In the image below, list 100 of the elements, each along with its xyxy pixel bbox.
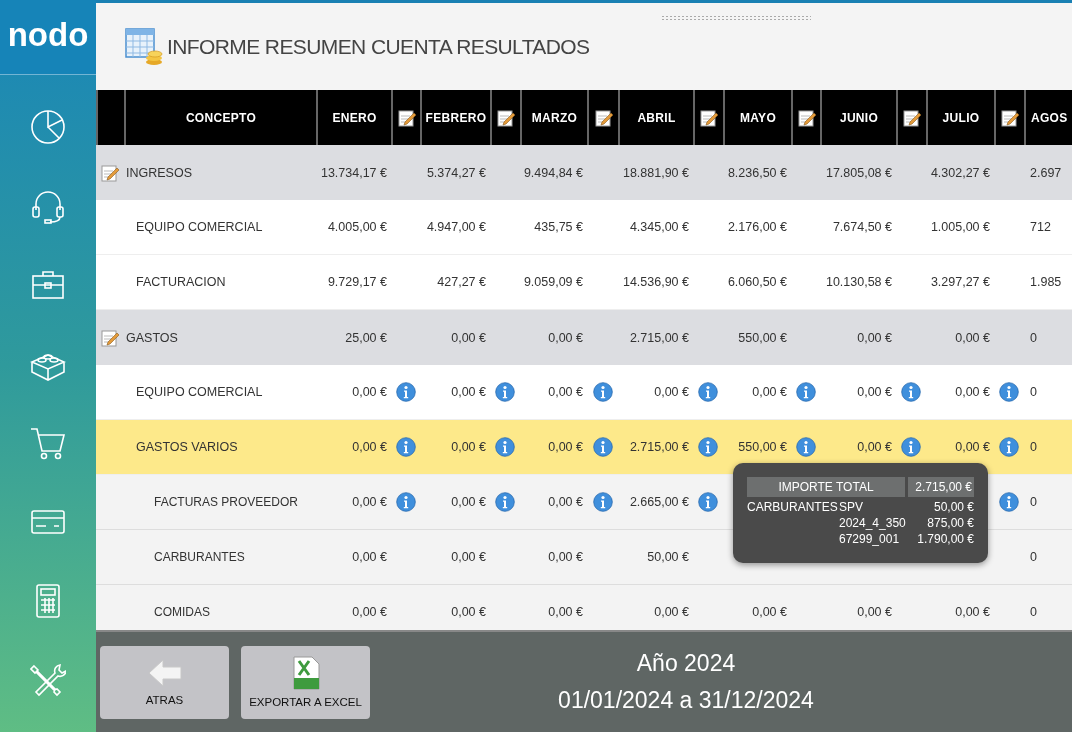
amount-text: 0,00 € bbox=[955, 440, 990, 454]
info-icon[interactable] bbox=[592, 437, 613, 457]
amount-text: 0,00 € bbox=[752, 605, 787, 619]
info-icon[interactable] bbox=[999, 492, 1019, 512]
amount-text: 13.734,17 € bbox=[320, 165, 387, 180]
footer-button[interactable]: ATRAS bbox=[100, 645, 229, 719]
tooltip-category: CARBURANTES bbox=[747, 500, 838, 514]
edit-icon[interactable] bbox=[902, 107, 922, 128]
amount-text: 2.697 bbox=[1030, 165, 1062, 180]
amount-text: 0,00 € bbox=[548, 385, 583, 399]
table-row[interactable]: FACTURACION 9.729,17 € 427,27 € 9.059,09 € 14.536,90 € 6.060,50 € 10.130,58 € 3.297,27 € 1.985 bbox=[96, 255, 1072, 310]
amount-text: 0,00 € bbox=[857, 330, 892, 345]
amount-text: 427,27 € bbox=[437, 275, 486, 289]
tooltip-amount: 50,00 € bbox=[932, 499, 974, 515]
amount-text: 7.674,50 € bbox=[832, 220, 892, 234]
edit-icon[interactable] bbox=[796, 107, 817, 128]
amount-text: 0,00 € bbox=[548, 330, 583, 345]
amount-text: 50,00 € bbox=[647, 550, 689, 564]
amount-text: 9.494,84 € bbox=[523, 165, 583, 180]
amount-text: 0,00 € bbox=[548, 605, 583, 619]
amount-text: 0,00 € bbox=[548, 495, 583, 509]
pie-chart-icon[interactable] bbox=[30, 109, 66, 145]
tooltip-total: 2.715,00 € bbox=[908, 477, 974, 497]
amount-text: 2.665,00 € bbox=[629, 495, 689, 509]
info-icon[interactable] bbox=[698, 492, 718, 512]
amount-text: 0,00 € bbox=[451, 440, 486, 454]
info-icon[interactable] bbox=[592, 492, 613, 512]
amount-text: 0,00 € bbox=[857, 440, 892, 454]
amount-text: 435,75 € bbox=[534, 220, 583, 234]
cart-icon[interactable] bbox=[30, 425, 66, 461]
amount-text: 0,00 € bbox=[451, 605, 486, 619]
amount-text: 5.374,27 € bbox=[426, 165, 486, 180]
table-row[interactable]: GASTOS VARIOS 0,00 € 0,00 € 0,00 € 2.715,00 € 550,00 € 0,00 € 0,00 € 0 bbox=[96, 420, 1072, 475]
amount-text: 4.947,00 € bbox=[426, 220, 486, 234]
info-icon[interactable] bbox=[395, 437, 416, 457]
amount-text: 17.805,08 € bbox=[825, 165, 892, 180]
table-row[interactable]: EQUIPO COMERCIAL 4.005,00 € 4.947,00 € 435,75 € 4.345,00 € 2.176,00 € 7.674,50 € 1.005,00 € 712 bbox=[96, 200, 1072, 255]
tooltip-amount: 875,00 € bbox=[926, 515, 974, 531]
amount-text: 8.236,50 € bbox=[727, 165, 787, 180]
amount-text: 1.005,00 € bbox=[930, 220, 990, 234]
tooltip-reference: 67299_001 bbox=[839, 531, 901, 547]
amount-text: 14.536,90 € bbox=[622, 275, 689, 289]
amount-text: 4.302,27 € bbox=[930, 165, 990, 180]
edit-icon[interactable] bbox=[699, 107, 719, 128]
amount-text: 0,00 € bbox=[548, 440, 583, 454]
amount-text: 0,00 € bbox=[451, 495, 486, 509]
footer-button[interactable]: EXPORTAR A EXCEL bbox=[241, 645, 370, 719]
info-icon[interactable] bbox=[795, 437, 816, 457]
concept-label: CARBURANTES bbox=[154, 550, 245, 564]
info-icon[interactable] bbox=[901, 382, 921, 402]
info-icon[interactable] bbox=[395, 382, 416, 402]
info-icon[interactable] bbox=[592, 382, 613, 402]
amount-text: 0,00 € bbox=[955, 330, 990, 345]
edit-icon[interactable] bbox=[496, 107, 516, 128]
table-row[interactable]: EQUIPO COMERCIAL 0,00 € 0,00 € 0,00 € 0,00 € 0,00 € 0,00 € 0,00 € 0 bbox=[96, 365, 1072, 420]
tooltip-reference: SPV bbox=[839, 499, 864, 515]
amount-text: 0,00 € bbox=[654, 385, 689, 399]
edit-icon[interactable] bbox=[1000, 107, 1020, 128]
concept-label: EQUIPO COMERCIAL bbox=[136, 220, 263, 234]
concept-label: FACTURACION bbox=[136, 275, 226, 289]
amount-text: 25,00 € bbox=[345, 330, 387, 345]
amount-text: 0,00 € bbox=[451, 330, 486, 345]
amount-text: 0,00 € bbox=[752, 385, 787, 399]
amount-text: 0,00 € bbox=[352, 495, 387, 509]
info-icon[interactable] bbox=[495, 492, 515, 512]
amount-text: 550,00 € bbox=[738, 440, 787, 454]
logo: nodo bbox=[0, 0, 96, 75]
amount-text: 0 bbox=[1030, 495, 1037, 509]
amount-text: 2.715,00 € bbox=[629, 440, 689, 454]
date-range-text: 01/01/2024 a 31/12/2024 bbox=[558, 687, 814, 714]
amount-text: 0 bbox=[1030, 550, 1037, 564]
info-icon[interactable] bbox=[698, 437, 718, 457]
info-icon[interactable] bbox=[999, 437, 1019, 457]
amount-text: 0 bbox=[1030, 330, 1037, 345]
amount-text: 18.881,90 € bbox=[622, 165, 689, 180]
amount-text: 0 bbox=[1030, 605, 1037, 619]
tooltip-amount: 1.790,00 € bbox=[916, 531, 974, 547]
amount-text: 10.130,58 € bbox=[825, 275, 892, 289]
table-row[interactable]: GASTOS 25,00 € 0,00 € 0,00 € 2.715,00 € 550,00 € 0,00 € 0,00 € 0 bbox=[96, 310, 1072, 365]
year-text: Año 2024 bbox=[636, 650, 736, 677]
amount-text: 4.005,00 € bbox=[327, 220, 387, 234]
info-icon[interactable] bbox=[999, 382, 1019, 402]
info-icon[interactable] bbox=[698, 382, 718, 402]
headset-icon[interactable] bbox=[30, 188, 66, 224]
tools-icon[interactable] bbox=[30, 662, 66, 698]
info-icon[interactable] bbox=[795, 382, 816, 402]
info-icon[interactable] bbox=[901, 437, 921, 457]
amount-text: 0,00 € bbox=[352, 605, 387, 619]
concept-label: INGRESOS bbox=[126, 165, 192, 180]
amount-text: 0,00 € bbox=[654, 605, 689, 619]
info-icon[interactable] bbox=[495, 382, 515, 402]
amount-text: 9.059,09 € bbox=[523, 275, 583, 289]
info-icon[interactable] bbox=[395, 492, 416, 512]
info-icon[interactable] bbox=[495, 437, 515, 457]
edit-icon[interactable] bbox=[593, 107, 614, 128]
amount-text: 3.297,27 € bbox=[930, 275, 990, 289]
amount-text: 0,00 € bbox=[857, 605, 892, 619]
amount-text: 0,00 € bbox=[451, 550, 486, 564]
edit-icon[interactable] bbox=[396, 107, 417, 128]
table-row[interactable]: INGRESOS 13.734,17 € 5.374,27 € 9.494,84 € 18.881,90 € 8.236,50 € 17.805,08 € 4.302,27 € 2.697 bbox=[96, 145, 1072, 200]
